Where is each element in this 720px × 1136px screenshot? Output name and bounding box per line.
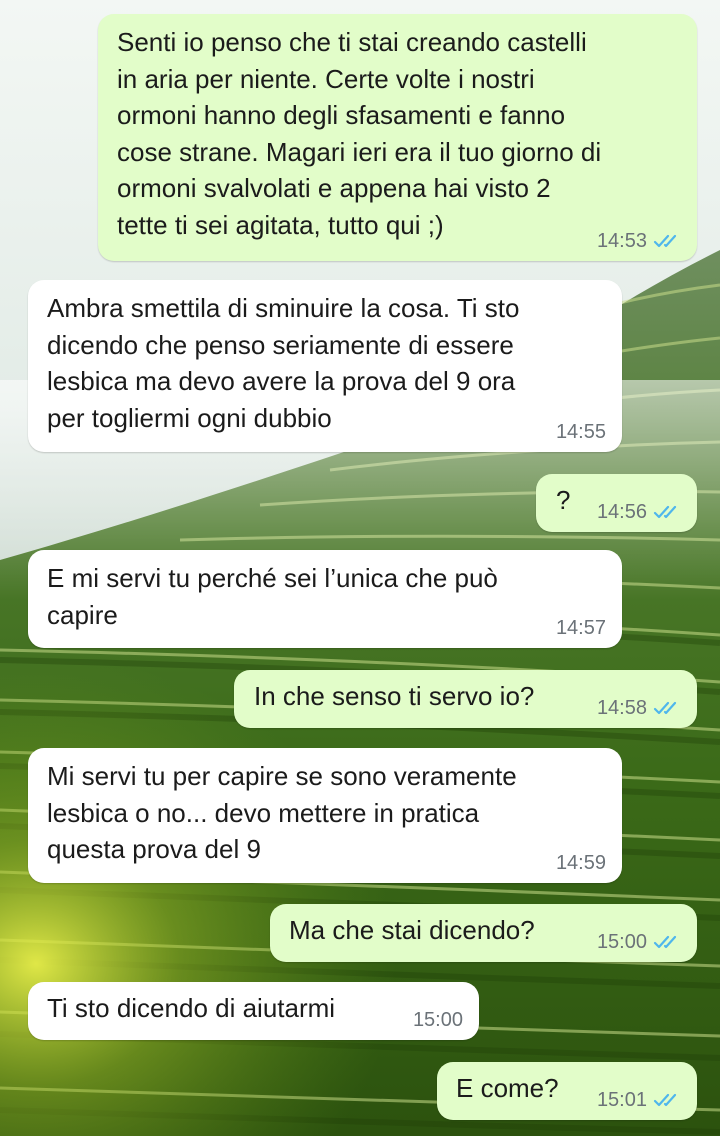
message-meta: 14:57 [556, 616, 606, 640]
message-list[interactable]: Senti io penso che ti stai creando caste… [0, 0, 720, 1136]
message-meta: 14:56 [597, 500, 681, 524]
message-time: 14:57 [555, 617, 606, 639]
message-text: In che senso ti servo io? [254, 681, 535, 711]
message-meta: 15:00 [413, 1008, 463, 1032]
message-bubble-outgoing[interactable]: E come? 15:01 [437, 1062, 697, 1120]
message-time: 15:00 [412, 1009, 463, 1031]
message-meta: 14:58 [597, 696, 681, 720]
message-time: 14:55 [555, 421, 606, 443]
double-check-read-icon [653, 1093, 677, 1107]
message-time: 14:58 [596, 697, 647, 719]
message-time: 14:56 [596, 501, 647, 523]
message-meta: 14:55 [556, 420, 606, 444]
message-meta: 15:01 [597, 1088, 681, 1112]
double-check-read-icon [653, 234, 677, 248]
message-meta: 14:59 [556, 851, 606, 875]
message-bubble-outgoing[interactable]: Senti io penso che ti stai creando caste… [98, 14, 697, 261]
message-bubble-incoming[interactable]: Ti sto dicendo di aiutarmi 15:00 [28, 982, 479, 1040]
message-bubble-outgoing[interactable]: In che senso ti servo io? 14:58 [234, 670, 697, 728]
message-time: 15:01 [596, 1089, 647, 1111]
message-text: Senti io penso che ti stai creando caste… [117, 27, 602, 240]
message-text: Ambra smettila di sminuire la cosa. Ti s… [47, 293, 520, 433]
message-text: Ti sto dicendo di aiutarmi [47, 993, 336, 1023]
double-check-read-icon [653, 701, 677, 715]
message-meta: 14:53 [597, 229, 681, 253]
message-bubble-incoming[interactable]: Mi servi tu per capire se sono veramente… [28, 748, 622, 883]
message-text: E mi servi tu perché sei l’unica che può… [47, 563, 498, 630]
message-time: 14:59 [555, 852, 606, 874]
message-bubble-incoming[interactable]: Ambra smettila di sminuire la cosa. Ti s… [28, 280, 622, 452]
message-text: Ma che stai dicendo? [289, 915, 535, 945]
message-text: Mi servi tu per capire se sono veramente… [47, 761, 517, 864]
message-text: E come? [456, 1073, 559, 1103]
message-time: 15:00 [596, 931, 647, 953]
message-text: ? [556, 485, 571, 515]
message-meta: 15:00 [597, 930, 681, 954]
message-time: 14:53 [596, 230, 647, 252]
message-bubble-incoming[interactable]: E mi servi tu perché sei l’unica che può… [28, 550, 622, 648]
message-bubble-outgoing[interactable]: ? 14:56 [536, 474, 697, 532]
double-check-read-icon [653, 935, 677, 949]
message-bubble-outgoing[interactable]: Ma che stai dicendo? 15:00 [270, 904, 697, 962]
double-check-read-icon [653, 505, 677, 519]
